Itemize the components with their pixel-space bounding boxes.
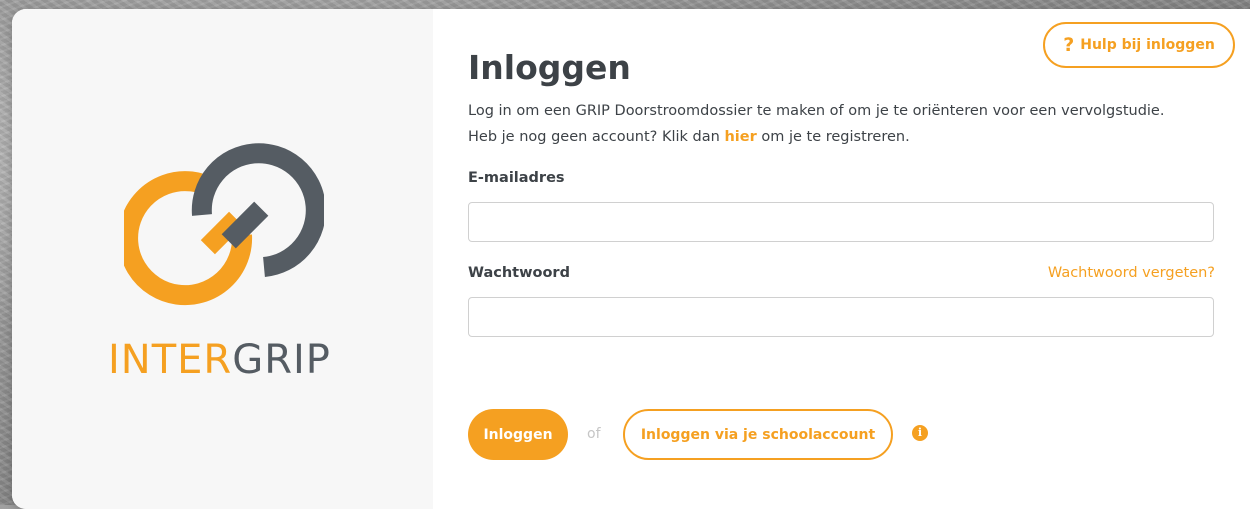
password-label: Wachtwoord bbox=[468, 265, 570, 281]
intro-text: Log in om een GRIP Doorstroomdossier te … bbox=[468, 98, 1168, 150]
page-title: Inloggen bbox=[468, 48, 631, 87]
register-link[interactable]: hier bbox=[724, 129, 756, 145]
help-login-button[interactable]: ? Hulp bij inloggen bbox=[1043, 22, 1235, 68]
brand-name: INTERGRIP bbox=[108, 337, 331, 383]
intergrip-logo bbox=[124, 143, 324, 306]
brand-name-highlight: INTER bbox=[108, 337, 233, 383]
email-label: E-mailadres bbox=[468, 170, 565, 186]
email-field[interactable] bbox=[468, 202, 1214, 242]
forgot-password-link[interactable]: Wachtwoord vergeten? bbox=[1048, 265, 1215, 281]
help-login-label: Hulp bij inloggen bbox=[1080, 37, 1215, 53]
or-separator: of bbox=[587, 426, 601, 442]
brand-panel: INTERGRIP bbox=[12, 9, 433, 509]
info-icon[interactable]: i bbox=[912, 425, 928, 441]
login-button[interactable]: Inloggen bbox=[468, 409, 568, 460]
school-login-button[interactable]: Inloggen via je schoolaccount bbox=[623, 409, 893, 460]
intro-text-end: om je te registreren. bbox=[756, 129, 910, 145]
question-mark-icon: ? bbox=[1063, 34, 1075, 56]
brand-name-rest: GRIP bbox=[232, 337, 331, 383]
password-field[interactable] bbox=[468, 297, 1214, 337]
